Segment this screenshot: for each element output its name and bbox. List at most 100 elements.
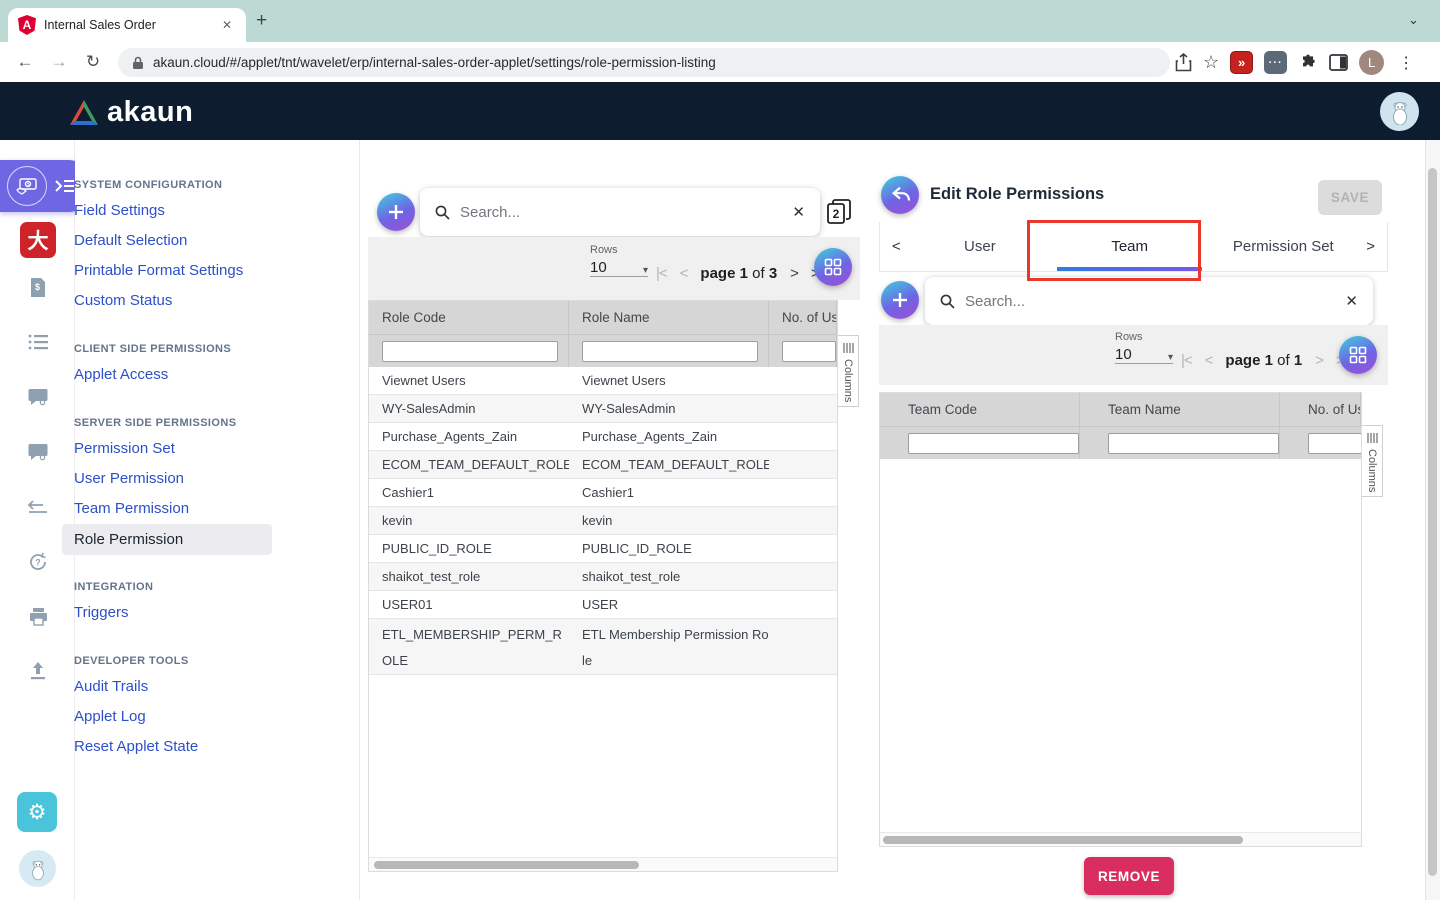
share-icon[interactable] [1175,53,1192,72]
bookmark-star-icon[interactable]: ☆ [1203,52,1219,73]
side-panel-icon[interactable] [1329,54,1348,71]
column-no-of-users[interactable]: No. of Us [1280,393,1361,426]
chat-bubble-icon[interactable] [25,384,50,409]
grid-view-button[interactable] [1339,336,1377,374]
reload-button[interactable]: ↻ [76,52,110,72]
first-page-button[interactable]: |< [1181,352,1193,369]
next-page-button[interactable]: > [790,265,799,282]
address-bar[interactable]: akaun.cloud/#/applet/tnt/wavelet/erp/int… [118,48,1170,77]
back-button-panel[interactable] [881,176,919,214]
teams-search-input[interactable] [965,292,1336,310]
upload-icon[interactable] [25,658,50,683]
user-avatar[interactable] [1380,92,1419,131]
new-tab-button[interactable]: + [256,10,267,32]
table-row[interactable]: USER01 USER [369,591,837,619]
dai-applet-icon[interactable]: 大 [20,222,56,258]
sidebar-item-team-permission[interactable]: Team Permission [74,500,189,517]
teams-horizontal-scrollbar[interactable] [880,832,1361,846]
table-row[interactable]: WY-SalesAdmin WY-SalesAdmin [369,395,837,423]
table-row[interactable]: PUBLIC_ID_ROLE PUBLIC_ID_ROLE [369,535,837,563]
chrome-profile-avatar[interactable]: L [1359,50,1385,75]
column-team-name[interactable]: Team Name [1080,393,1280,426]
remove-button[interactable]: REMOVE [1084,857,1174,895]
table-row[interactable]: Cashier1 Cashier1 [369,479,837,507]
sidebar-item-field-settings[interactable]: Field Settings [74,202,165,219]
duplicate-pages-icon[interactable]: 2 [826,198,852,231]
rows-per-page-select[interactable]: 10 ▾ [590,259,648,277]
sidebar-item-custom-status[interactable]: Custom Status [74,292,172,309]
clear-search-icon[interactable]: ✕ [1345,292,1358,310]
transfer-arrows-icon[interactable] [25,495,50,520]
chrome-menu-icon[interactable]: ⋮ [1395,53,1417,73]
tab-user[interactable]: User [913,222,1047,271]
sidebar-item-reset-applet-state[interactable]: Reset Applet State [74,738,198,755]
tab-permission-set[interactable]: Permission Set [1212,222,1354,271]
sidebar-item-triggers[interactable]: Triggers [74,604,128,621]
roles-horizontal-scrollbar[interactable] [369,857,837,871]
roles-search-input[interactable] [460,203,783,221]
table-row[interactable]: Viewnet Users Viewnet Users [369,367,837,395]
columns-grip-icon [1366,433,1378,443]
tab-search-chevron-icon[interactable]: ⌄ [1408,12,1419,28]
history-clock-icon[interactable]: ? [25,549,50,574]
collapse-menu-icon[interactable] [55,178,75,194]
teams-search-box[interactable]: ✕ [925,277,1373,325]
table-row[interactable]: ETL_MEMBERSHIP_PERM_ROLE ETL Membership … [369,619,837,675]
sidebar-item-role-permission-active[interactable]: Role Permission [62,524,272,555]
browser-tab[interactable]: A Internal Sales Order ✕ [8,8,246,42]
billing-doc-icon[interactable]: $ [25,275,50,300]
scrollbar-thumb[interactable] [1428,168,1437,876]
printer-icon[interactable] [25,604,50,629]
list-icon[interactable] [25,329,50,354]
grid-view-button[interactable] [814,248,852,286]
scrollbar-thumb[interactable] [374,861,639,869]
sidebar-item-permission-set[interactable]: Permission Set [74,440,175,457]
filter-no-of-users-input[interactable] [782,340,836,362]
tabs-scroll-right-icon[interactable]: > [1354,238,1387,255]
tab-team[interactable]: Team [1047,222,1212,271]
scrollbar-thumb[interactable] [883,836,1243,844]
teams-columns-tab[interactable]: Columns [1362,425,1383,497]
chat-bubble-icon[interactable] [25,439,50,464]
first-page-button[interactable]: |< [656,265,668,282]
extension-dots-icon[interactable]: ··· [1264,51,1288,74]
filter-role-code-input[interactable] [382,340,558,362]
table-row[interactable]: ECOM_TEAM_DEFAULT_ROLE ECOM_TEAM_DEFAULT_… [369,451,837,479]
column-role-name[interactable]: Role Name [569,301,769,334]
column-role-code[interactable]: Role Code [369,301,569,334]
prev-page-button[interactable]: < [1205,352,1214,369]
sidebar-item-printable-format-settings[interactable]: Printable Format Settings [74,262,243,279]
sidebar-item-default-selection[interactable]: Default Selection [74,232,187,249]
roles-search-box[interactable]: ✕ [420,188,820,236]
table-row[interactable]: kevin kevin [369,507,837,535]
back-button[interactable]: ← [8,52,42,72]
add-team-button[interactable] [881,281,919,319]
rows-per-page-select[interactable]: 10 ▾ [1115,346,1173,364]
extension-fastforward-icon[interactable]: » [1230,51,1254,74]
filter-role-name-input[interactable] [582,340,758,362]
clear-search-icon[interactable]: ✕ [792,203,805,221]
table-row[interactable]: shaikot_test_role shaikot_test_role [369,563,837,591]
column-no-of-users[interactable]: No. of Us [769,301,837,334]
save-button[interactable]: SAVE [1318,180,1382,215]
sidebar-item-applet-log[interactable]: Applet Log [74,708,146,725]
tabs-scroll-left-icon[interactable]: < [880,238,913,255]
sidebar-item-user-permission[interactable]: User Permission [74,470,184,487]
settings-gear-tile[interactable]: ⚙ [17,792,57,832]
column-team-code[interactable]: Team Code [880,393,1080,426]
filter-no-of-users-input[interactable] [1308,432,1361,454]
sidebar-item-audit-trails[interactable]: Audit Trails [74,678,148,695]
prev-page-button[interactable]: < [680,265,689,282]
assistant-avatar[interactable] [19,850,56,887]
extensions-puzzle-icon[interactable] [1298,53,1318,73]
tab-close-icon[interactable]: ✕ [218,16,236,34]
roles-columns-tab[interactable]: Columns [838,335,859,407]
akaun-logo[interactable]: akaun [68,96,193,129]
forward-button[interactable]: → [42,52,76,72]
sidebar-item-applet-access[interactable]: Applet Access [74,366,168,383]
table-row[interactable]: Purchase_Agents_Zain Purchase_Agents_Zain [369,423,837,451]
add-role-button[interactable] [377,193,415,231]
filter-team-code-input[interactable] [908,432,1079,454]
filter-team-name-input[interactable] [1108,432,1279,454]
next-page-button[interactable]: > [1315,352,1324,369]
